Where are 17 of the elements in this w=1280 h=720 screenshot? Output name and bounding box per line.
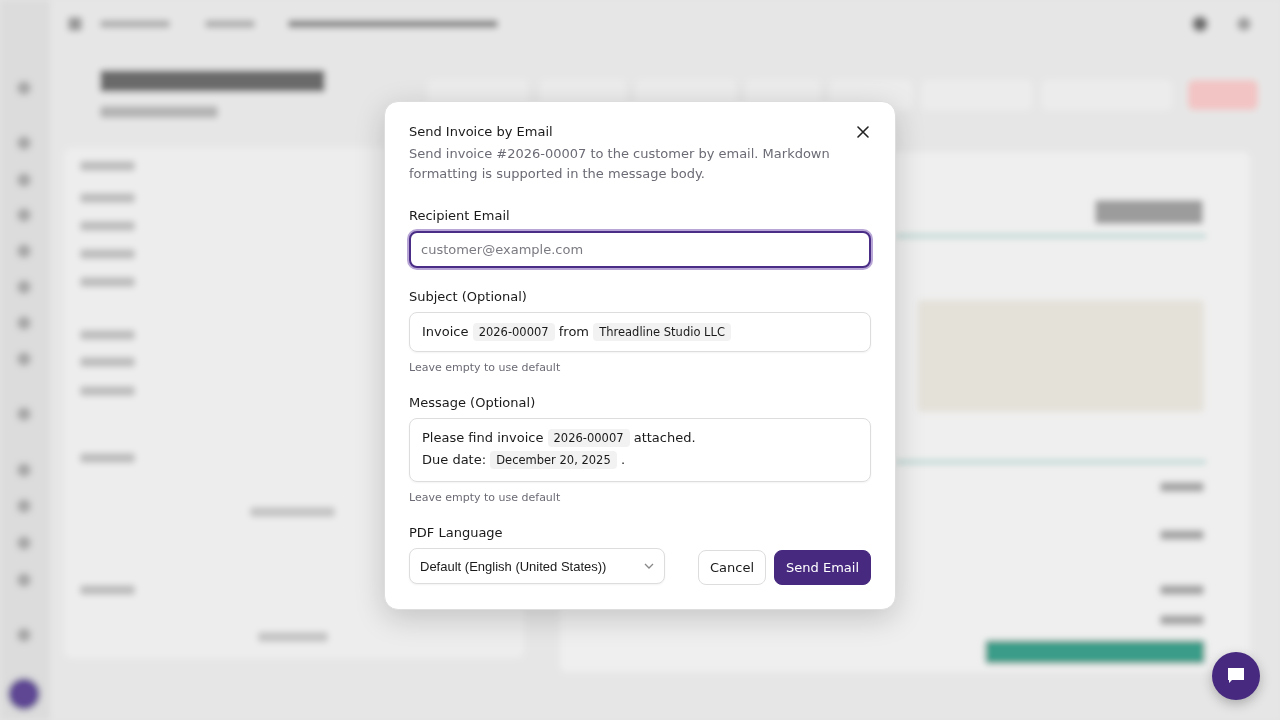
send-button[interactable]: Send Email [774,550,871,585]
subject-field[interactable]: Invoice 2026-00007 from Threadline Studio LLC [409,312,871,352]
field-label: PDF Language [409,525,504,540]
field-label: Message (Optional) [409,395,537,410]
close-icon[interactable] [855,124,871,140]
field-label: Recipient Email [409,208,511,223]
dialog-description: Send invoice #2026-00007 to the customer by email. Markdown formatting is supported in the message body. [409,145,831,183]
language-select[interactable]: Default (English (United States)) [409,548,665,584]
field-hint: Leave empty to use default [409,491,562,504]
chevron-down-icon [644,563,654,569]
cancel-button[interactable]: Cancel [698,550,767,585]
message-field[interactable]: Please find invoice 2026-00007 attached. Due date: December 20, 2025 . [409,418,871,482]
dialog-title: Send Invoice by Email [409,124,553,139]
email-field[interactable]: customer@example.com [409,231,871,268]
field-hint: Leave empty to use default [409,361,562,374]
field-label: Subject (Optional) [409,289,528,304]
chat-bubble-icon [1226,666,1246,686]
